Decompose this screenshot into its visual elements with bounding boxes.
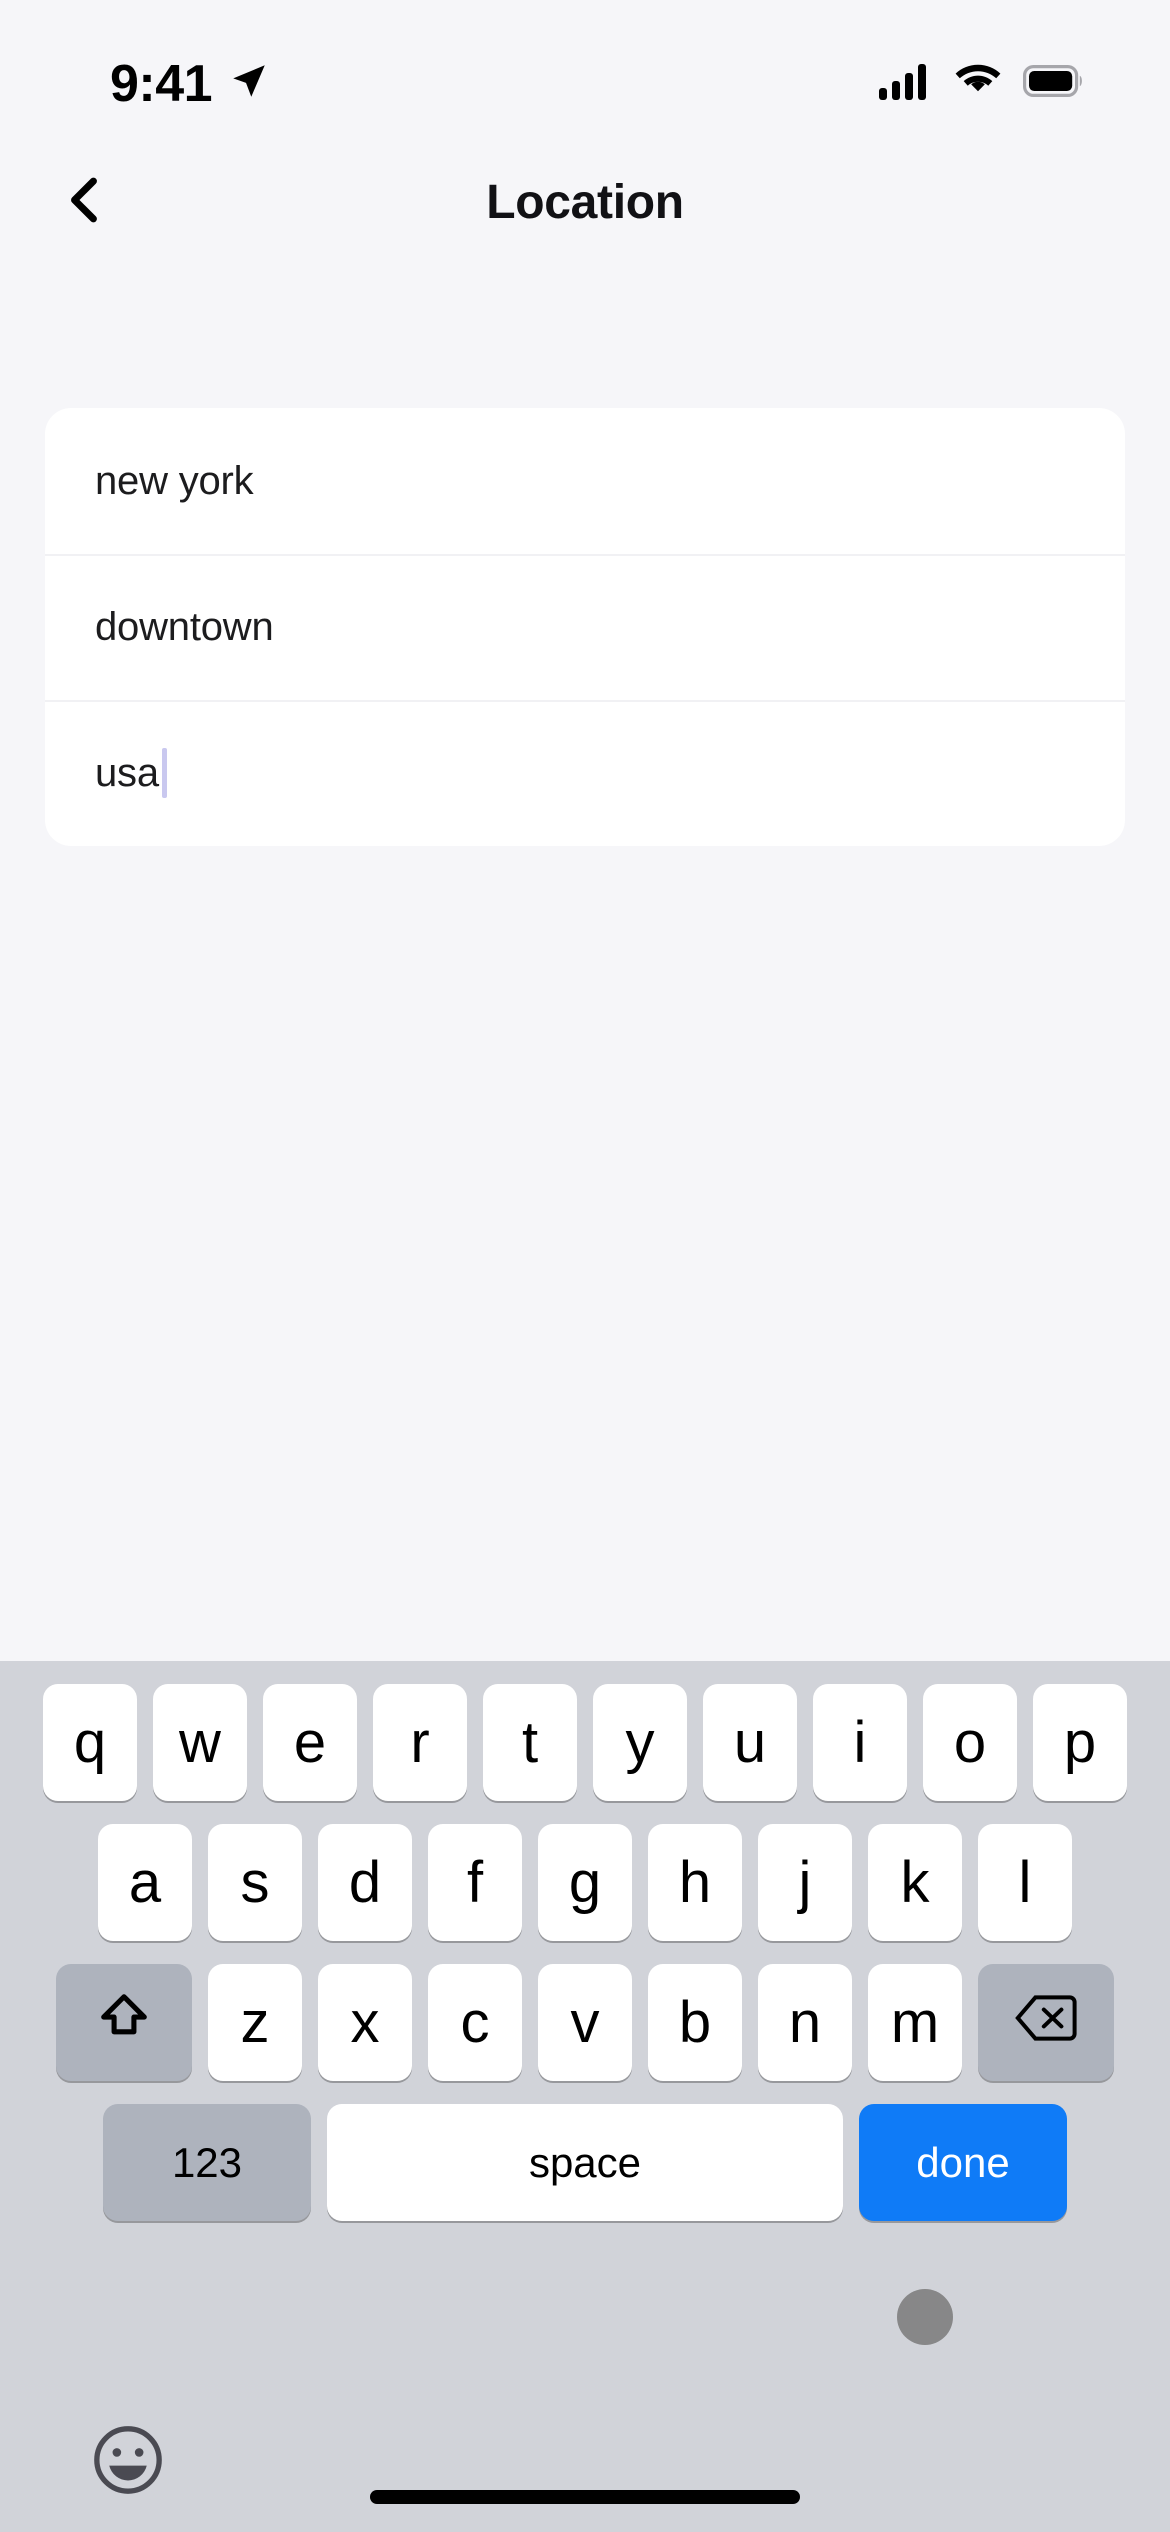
key-k[interactable]: k [868,1824,962,1941]
key-x[interactable]: x [318,1964,412,2081]
key-p[interactable]: p [1033,1684,1127,1801]
key-e[interactable]: e [263,1684,357,1801]
key-n[interactable]: n [758,1964,852,2081]
navigation-bar: Location [0,145,1170,260]
shift-arrow-up-icon [95,1989,153,2057]
location-arrow-icon [228,60,270,107]
shift-key[interactable] [56,1964,192,2081]
chevron-left-icon [59,173,113,232]
numeric-mode-key[interactable]: 123 [103,2104,311,2221]
keyboard-row-2: a s d f g h j k l [0,1801,1170,1941]
key-j[interactable]: j [758,1824,852,1941]
status-time: 9:41 [110,54,213,113]
emoji-smiley-icon [90,2422,166,2503]
key-f[interactable]: f [428,1824,522,1941]
form-row-neighborhood[interactable]: downtown [45,554,1125,700]
keyboard-row-4: 123 space done [0,2081,1170,2221]
key-i[interactable]: i [813,1684,907,1801]
key-g[interactable]: g [538,1824,632,1941]
done-key[interactable]: done [859,2104,1067,2221]
keyboard-row-3: z x c v b n m [0,1941,1170,2081]
city-field-value: new york [95,459,254,503]
status-bar-left: 9:41 [110,58,270,110]
key-o[interactable]: o [923,1684,1017,1801]
form-row-city[interactable]: new york [45,408,1125,554]
key-s[interactable]: s [208,1824,302,1941]
back-button[interactable] [40,157,132,249]
key-m[interactable]: m [868,1964,962,2081]
backspace-delete-icon [1015,1993,1077,2053]
key-l[interactable]: l [978,1824,1072,1941]
home-indicator-bar [370,2490,800,2504]
status-bar: 9:41 [0,0,1170,145]
form-row-country[interactable]: usa [45,700,1125,846]
keyboard-row-1: q w e r t y u i o p [0,1661,1170,1801]
neighborhood-field-value: downtown [95,605,274,649]
key-w[interactable]: w [153,1684,247,1801]
on-screen-keyboard: q w e r t y u i o p a s d f g h j k l z … [0,1661,1170,2532]
key-d[interactable]: d [318,1824,412,1941]
key-t[interactable]: t [483,1684,577,1801]
key-r[interactable]: r [373,1684,467,1801]
country-field-value: usa [95,751,159,795]
status-bar-right [879,62,1085,105]
key-b[interactable]: b [648,1964,742,2081]
key-y[interactable]: y [593,1684,687,1801]
emoji-key[interactable] [85,2419,171,2505]
backspace-key[interactable] [978,1964,1114,2081]
space-key[interactable]: space [327,2104,843,2221]
key-q[interactable]: q [43,1684,137,1801]
key-u[interactable]: u [703,1684,797,1801]
keyboard-bottom-row [0,2409,1170,2532]
battery-full-icon [1023,65,1085,102]
cellular-signal-icon [879,62,933,105]
page-title: Location [486,176,684,229]
key-v[interactable]: v [538,1964,632,2081]
key-z[interactable]: z [208,1964,302,2081]
text-caret [161,748,167,798]
key-a[interactable]: a [98,1824,192,1941]
touch-point-indicator [897,2289,953,2345]
key-h[interactable]: h [648,1824,742,1941]
wifi-icon [953,62,1003,105]
key-c[interactable]: c [428,1964,522,2081]
location-form-card: new york downtown usa [45,408,1125,846]
